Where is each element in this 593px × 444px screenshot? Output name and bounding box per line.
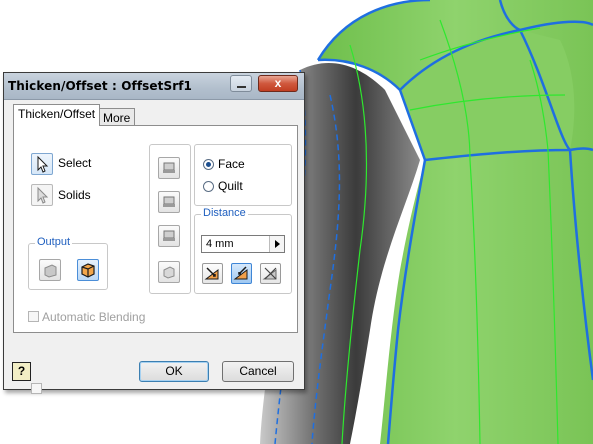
auto-blend-checkbox-box[interactable] bbox=[28, 311, 39, 322]
face-label: Face bbox=[218, 157, 245, 171]
ok-button[interactable]: OK bbox=[139, 361, 209, 382]
select-label: Select bbox=[58, 156, 92, 170]
tool-column bbox=[149, 144, 191, 294]
output-surface-button[interactable] bbox=[77, 259, 99, 281]
distance-input[interactable]: 4 mm bbox=[201, 235, 285, 253]
solids-button[interactable] bbox=[31, 184, 53, 206]
quilt-label: Quilt bbox=[218, 179, 243, 193]
direction-1-button[interactable] bbox=[202, 263, 223, 284]
dialog-title: Thicken/Offset : OffsetSrf1 bbox=[8, 79, 192, 93]
selection-mode-group: Face Quilt bbox=[194, 144, 292, 206]
cancel-button[interactable]: Cancel bbox=[222, 361, 294, 382]
output-surface-icon bbox=[81, 263, 95, 278]
auto-blend-label: Automatic Blending bbox=[42, 310, 146, 324]
chain-tool-button-2[interactable] bbox=[158, 191, 180, 213]
chain-icon bbox=[163, 266, 175, 279]
chain-icon bbox=[163, 162, 175, 173]
chain-tool-button-3[interactable] bbox=[158, 225, 180, 247]
face-radio[interactable] bbox=[203, 159, 214, 170]
output-group-title: Output bbox=[35, 236, 73, 248]
auto-blend-checkbox[interactable] bbox=[31, 383, 42, 394]
chain-tool-button-1[interactable] bbox=[158, 157, 180, 179]
thicken-offset-dialog: Thicken/Offset : OffsetSrf1 x Thicken/Of… bbox=[3, 72, 305, 394]
output-group: Output bbox=[28, 236, 108, 290]
output-solid-button[interactable] bbox=[39, 259, 61, 281]
direction-icon bbox=[204, 267, 219, 280]
distance-group-title: Distance bbox=[201, 207, 248, 219]
close-icon: x bbox=[274, 76, 282, 90]
chain-icon bbox=[163, 230, 175, 241]
help-button[interactable]: ? bbox=[12, 362, 31, 381]
close-button[interactable]: x bbox=[258, 75, 298, 92]
distance-arrow-icon[interactable] bbox=[269, 236, 284, 252]
chain-icon bbox=[163, 196, 175, 207]
select-button[interactable] bbox=[31, 153, 53, 175]
quilt-radio[interactable] bbox=[203, 181, 214, 192]
output-solid-icon bbox=[44, 264, 57, 278]
direction-3-button[interactable] bbox=[260, 263, 281, 284]
solids-label: Solids bbox=[58, 188, 91, 202]
solids-arrow-icon bbox=[37, 186, 49, 204]
help-icon: ? bbox=[17, 364, 26, 378]
distance-value: 4 mm bbox=[206, 238, 234, 250]
direction-icon bbox=[233, 266, 248, 280]
tab-thicken-offset[interactable]: Thicken/Offset bbox=[13, 104, 101, 126]
chain-tool-button-4[interactable] bbox=[158, 261, 180, 283]
minimize-button[interactable] bbox=[230, 75, 252, 92]
direction-2-button[interactable] bbox=[231, 263, 252, 284]
dialog-titlebar[interactable]: Thicken/Offset : OffsetSrf1 x bbox=[4, 73, 304, 100]
direction-icon bbox=[262, 267, 277, 280]
select-arrow-icon bbox=[37, 155, 49, 173]
